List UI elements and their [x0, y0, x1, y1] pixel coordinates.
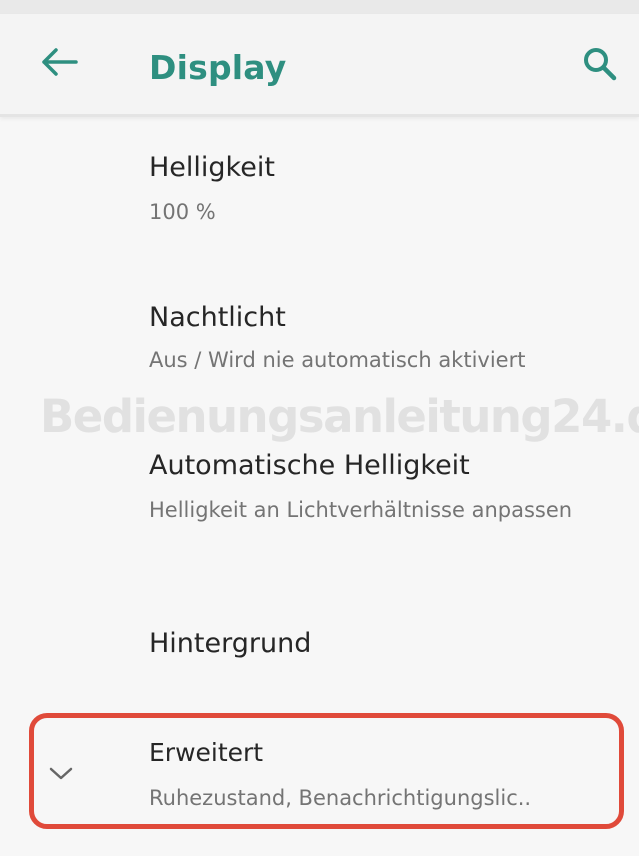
setting-summary: 100 %	[149, 200, 216, 224]
status-bar-area	[0, 0, 639, 14]
setting-item-wallpaper[interactable]: Hintergrund	[0, 620, 639, 690]
setting-summary: Ruhezustand, Benachrichtigungslic..	[149, 786, 532, 810]
search-icon	[584, 48, 617, 81]
page-title: Display	[149, 48, 287, 87]
search-button[interactable]	[578, 42, 622, 86]
setting-item-advanced[interactable]: Erweitert Ruhezustand, Benachrichtigungs…	[0, 728, 639, 818]
back-button[interactable]	[36, 42, 84, 82]
setting-title: Hintergrund	[149, 628, 312, 659]
setting-summary: Helligkeit an Lichtverhältnisse anpassen	[149, 498, 573, 522]
setting-title: Erweitert	[149, 738, 264, 767]
setting-title: Nachtlicht	[149, 302, 286, 333]
setting-item-night-light[interactable]: Nachtlicht Aus / Wird nie automatisch ak…	[0, 290, 639, 400]
setting-item-adaptive-brightness[interactable]: Automatische Helligkeit Helligkeit an Li…	[0, 438, 639, 578]
app-toolbar: Display	[0, 14, 639, 117]
setting-title: Helligkeit	[149, 152, 275, 183]
chevron-down-icon	[49, 767, 73, 780]
setting-title: Automatische Helligkeit	[149, 450, 470, 481]
setting-summary: Aus / Wird nie automatisch aktiviert	[149, 348, 526, 372]
arrow-back-icon	[42, 48, 78, 76]
setting-item-brightness[interactable]: Helligkeit 100 %	[0, 140, 639, 250]
